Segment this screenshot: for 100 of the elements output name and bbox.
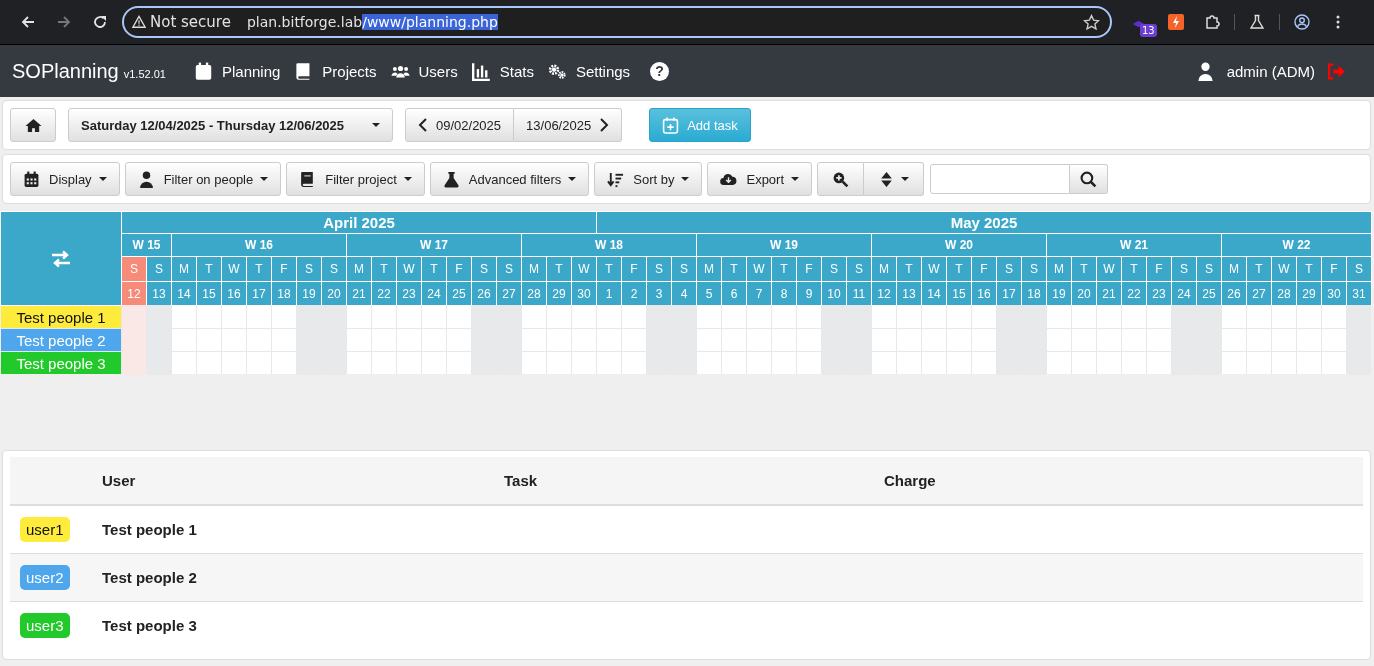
day-cell[interactable] bbox=[1247, 352, 1271, 374]
day-cell[interactable] bbox=[572, 329, 596, 351]
day-cell[interactable] bbox=[1072, 306, 1096, 328]
day-cell[interactable] bbox=[422, 306, 446, 328]
day-cell[interactable] bbox=[722, 306, 746, 328]
bookmark-star-icon[interactable] bbox=[1083, 13, 1100, 31]
day-cell[interactable] bbox=[272, 352, 296, 374]
day-cell[interactable] bbox=[247, 352, 271, 374]
day-cell[interactable] bbox=[897, 352, 921, 374]
day-cell[interactable] bbox=[747, 306, 771, 328]
day-cell[interactable] bbox=[1122, 306, 1146, 328]
logout-icon[interactable] bbox=[1327, 61, 1346, 81]
day-cell[interactable] bbox=[872, 329, 896, 351]
day-cell[interactable] bbox=[922, 329, 946, 351]
day-cell[interactable] bbox=[872, 352, 896, 374]
day-cell[interactable] bbox=[722, 329, 746, 351]
day-cell[interactable] bbox=[1247, 306, 1271, 328]
day-cell[interactable] bbox=[947, 329, 971, 351]
filter-dropdown[interactable]: Filter project bbox=[286, 162, 425, 196]
day-cell[interactable] bbox=[772, 352, 796, 374]
day-cell[interactable] bbox=[772, 329, 796, 351]
day-cell[interactable] bbox=[197, 306, 221, 328]
day-cell[interactable] bbox=[1297, 306, 1321, 328]
day-cell[interactable] bbox=[397, 329, 421, 351]
day-cell[interactable] bbox=[572, 352, 596, 374]
day-cell[interactable] bbox=[247, 306, 271, 328]
day-cell[interactable] bbox=[372, 329, 396, 351]
filter-dropdown[interactable]: Display bbox=[10, 162, 120, 196]
app-logo[interactable]: SOPlanning bbox=[12, 59, 119, 83]
filter-dropdown[interactable]: Advanced filters bbox=[429, 162, 590, 196]
day-cell[interactable] bbox=[697, 306, 721, 328]
back-arrow-icon[interactable] bbox=[20, 14, 36, 30]
search-button[interactable] bbox=[1070, 164, 1109, 194]
nav-link[interactable]: Users bbox=[390, 61, 458, 81]
reload-icon[interactable] bbox=[92, 14, 108, 30]
day-cell[interactable] bbox=[397, 352, 421, 374]
day-cell[interactable] bbox=[422, 329, 446, 351]
day-cell[interactable] bbox=[697, 329, 721, 351]
day-cell[interactable] bbox=[1047, 352, 1071, 374]
day-cell[interactable] bbox=[797, 352, 821, 374]
security-chip[interactable]: Not secure bbox=[132, 13, 231, 31]
nav-link[interactable]: Projects bbox=[294, 61, 377, 81]
day-cell[interactable] bbox=[547, 352, 571, 374]
day-cell[interactable] bbox=[1047, 329, 1071, 351]
day-cell[interactable] bbox=[1322, 306, 1346, 328]
person-label[interactable]: Test people 1 bbox=[1, 306, 121, 328]
day-cell[interactable] bbox=[1322, 329, 1346, 351]
day-cell[interactable] bbox=[1147, 352, 1171, 374]
day-cell[interactable] bbox=[572, 306, 596, 328]
day-cell[interactable] bbox=[1247, 329, 1271, 351]
day-cell[interactable] bbox=[1122, 352, 1146, 374]
day-cell[interactable] bbox=[372, 306, 396, 328]
row-height-dropdown[interactable] bbox=[864, 162, 925, 196]
day-cell[interactable] bbox=[747, 352, 771, 374]
filter-dropdown[interactable]: Sort by bbox=[594, 162, 703, 196]
day-cell[interactable] bbox=[622, 352, 646, 374]
day-cell[interactable] bbox=[922, 352, 946, 374]
day-cell[interactable] bbox=[947, 352, 971, 374]
day-cell[interactable] bbox=[222, 306, 246, 328]
day-cell[interactable] bbox=[947, 306, 971, 328]
day-cell[interactable] bbox=[547, 306, 571, 328]
day-cell[interactable] bbox=[1047, 306, 1071, 328]
day-cell[interactable] bbox=[1122, 329, 1146, 351]
day-cell[interactable] bbox=[1322, 352, 1346, 374]
day-cell[interactable] bbox=[222, 329, 246, 351]
day-cell[interactable] bbox=[747, 329, 771, 351]
day-cell[interactable] bbox=[447, 329, 471, 351]
day-cell[interactable] bbox=[597, 306, 621, 328]
filter-dropdown[interactable]: Export bbox=[707, 162, 813, 196]
day-cell[interactable] bbox=[1222, 329, 1246, 351]
day-cell[interactable] bbox=[447, 306, 471, 328]
day-cell[interactable] bbox=[1272, 329, 1296, 351]
day-cell[interactable] bbox=[697, 352, 721, 374]
flask-icon[interactable] bbox=[1249, 14, 1265, 30]
day-cell[interactable] bbox=[597, 352, 621, 374]
help-icon[interactable]: ? bbox=[650, 61, 670, 81]
day-cell[interactable] bbox=[1272, 306, 1296, 328]
day-cell[interactable] bbox=[197, 329, 221, 351]
day-cell[interactable] bbox=[722, 352, 746, 374]
day-cell[interactable] bbox=[1097, 329, 1121, 351]
day-cell[interactable] bbox=[972, 352, 996, 374]
search-field[interactable] bbox=[930, 164, 1071, 194]
day-cell[interactable] bbox=[397, 306, 421, 328]
filter-dropdown[interactable]: Filter on people bbox=[124, 162, 282, 196]
day-cell[interactable] bbox=[1272, 352, 1296, 374]
day-cell[interactable] bbox=[347, 329, 371, 351]
home-button[interactable] bbox=[10, 108, 56, 142]
day-cell[interactable] bbox=[1097, 352, 1121, 374]
day-cell[interactable] bbox=[447, 352, 471, 374]
day-cell[interactable] bbox=[597, 329, 621, 351]
day-cell[interactable] bbox=[522, 329, 546, 351]
day-cell[interactable] bbox=[772, 306, 796, 328]
day-cell[interactable] bbox=[922, 306, 946, 328]
day-cell[interactable] bbox=[247, 329, 271, 351]
day-cell[interactable] bbox=[222, 352, 246, 374]
day-cell[interactable] bbox=[522, 306, 546, 328]
day-cell[interactable] bbox=[272, 306, 296, 328]
day-cell[interactable] bbox=[1222, 352, 1246, 374]
day-cell[interactable] bbox=[1147, 306, 1171, 328]
nav-link[interactable]: Stats bbox=[471, 61, 534, 81]
